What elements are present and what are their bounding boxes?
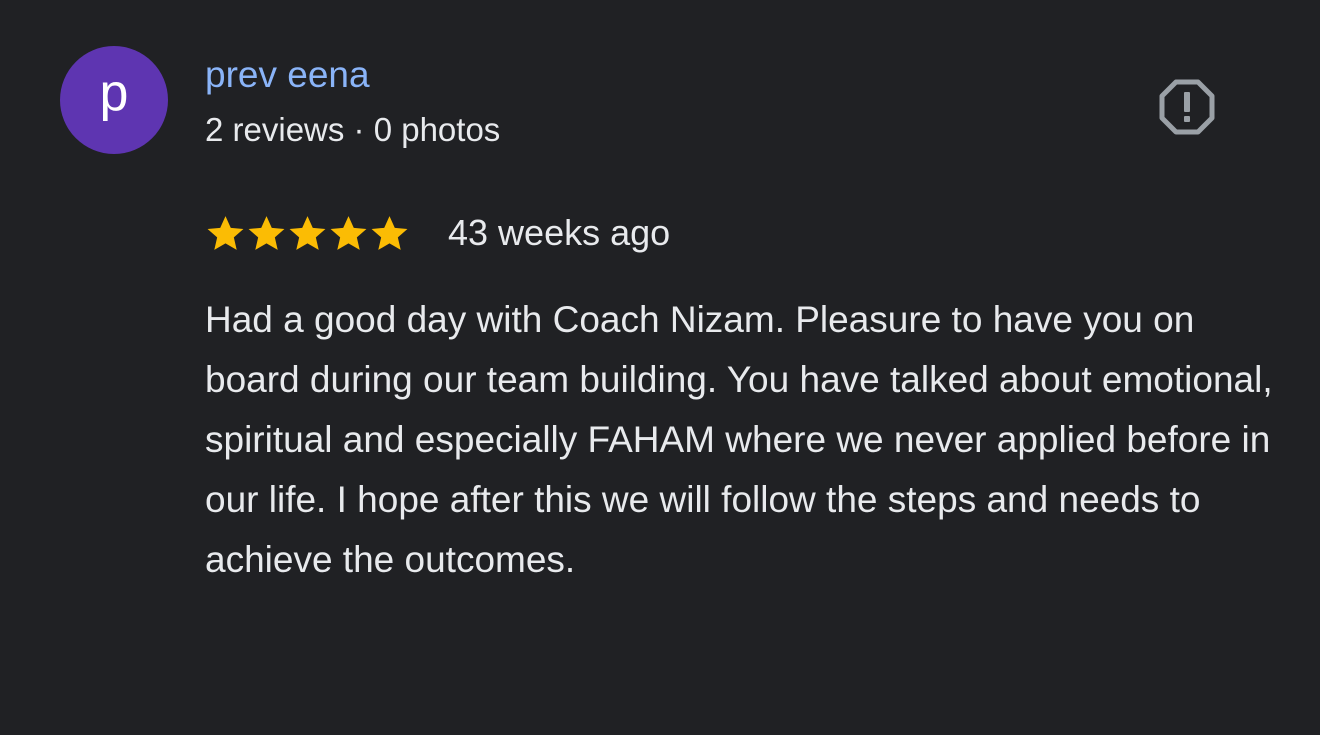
star-rating — [205, 213, 410, 254]
report-review-button[interactable] — [1156, 76, 1218, 138]
report-octagon-icon — [1159, 79, 1215, 135]
avatar[interactable]: p — [60, 46, 168, 154]
star-icon — [248, 215, 285, 250]
review-date: 43 weeks ago — [448, 212, 671, 253]
author-name[interactable]: prev eena — [205, 52, 370, 98]
star-icon — [330, 215, 367, 250]
star-icon — [289, 215, 326, 250]
review-card: p prev eena 2 reviews · 0 photos 43 week… — [0, 0, 1320, 735]
rating-row: 43 weeks ago — [205, 210, 670, 256]
review-text: Had a good day with Coach Nizam. Pleasur… — [205, 299, 1273, 580]
author-meta: 2 reviews · 0 photos — [205, 111, 501, 148]
star-icon — [207, 215, 244, 250]
avatar-letter: p — [99, 64, 129, 122]
star-icon — [371, 215, 408, 250]
